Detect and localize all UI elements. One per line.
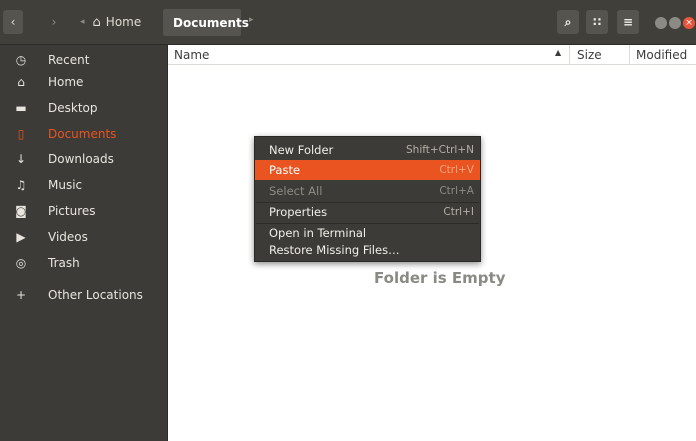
sidebar-item-label: Other Locations <box>48 288 143 302</box>
sidebar-item-label: Trash <box>48 256 80 270</box>
sidebar-item-pictures[interactable]: ◙ Pictures <box>0 198 167 224</box>
header-bar: ‹ › ◂ ⌂ Home Documents ▸ ⌕ ∷ ≡ × <box>0 0 696 45</box>
menu-item-label: Select All <box>269 184 323 198</box>
path-home-label: Home <box>105 15 142 29</box>
menu-item-label: New Folder <box>269 143 334 157</box>
forward-icon: › <box>51 15 57 29</box>
sidebar-item-label: Desktop <box>48 101 98 115</box>
back-icon: ‹ <box>10 15 16 29</box>
sidebar-item-videos[interactable]: ▶ Videos <box>0 224 167 250</box>
hamburger-menu-icon: ≡ <box>622 15 634 29</box>
menu-item-label: Open in Terminal <box>269 226 367 240</box>
download-icon: ↓ <box>15 152 27 166</box>
menu-item-paste[interactable]: Paste Ctrl+V <box>255 160 480 180</box>
column-divider[interactable] <box>569 45 570 65</box>
search-button[interactable]: ⌕ <box>557 10 579 34</box>
music-icon: ♫ <box>15 178 27 192</box>
view-toggle-button[interactable]: ∷ <box>586 10 608 34</box>
sidebar-item-trash[interactable]: ◎ Trash <box>0 250 167 276</box>
path-home-button[interactable]: ⌂ Home <box>93 10 148 34</box>
folder-icon: ▬ <box>15 101 27 115</box>
menu-item-label: Paste <box>269 163 301 177</box>
sidebar-item-downloads[interactable]: ↓ Downloads <box>0 146 167 172</box>
plus-icon: + <box>15 288 27 302</box>
menu-item-restore-missing-files[interactable]: Restore Missing Files… <box>255 240 480 260</box>
back-button[interactable]: ‹ <box>3 10 23 34</box>
document-icon: ▯ <box>17 127 25 141</box>
minimize-button[interactable] <box>655 17 667 29</box>
menu-item-accelerator: Ctrl+V <box>439 164 474 176</box>
context-menu: New Folder Shift+Ctrl+N Paste Ctrl+V Sel… <box>254 136 481 262</box>
column-header-size[interactable]: Size <box>577 45 602 65</box>
sidebar-item-label: Home <box>48 75 84 89</box>
clock-icon: ◷ <box>15 53 27 67</box>
close-button[interactable]: × <box>683 17 695 29</box>
menu-item-label: Properties <box>269 205 328 219</box>
sidebar-item-label: Recent <box>48 53 90 67</box>
forward-button[interactable]: › <box>45 10 63 34</box>
home-icon: ⌂ <box>92 14 101 30</box>
sidebar-item-music[interactable]: ♫ Music <box>0 172 167 198</box>
sidebar-item-home[interactable]: ⌂ Home <box>0 69 167 95</box>
camera-icon: ◙ <box>15 204 27 218</box>
sidebar-item-label: Documents <box>48 127 117 141</box>
path-scroll-left-icon[interactable]: ◂ <box>80 17 85 27</box>
sidebar-item-label: Downloads <box>48 152 114 166</box>
video-icon: ▶ <box>16 230 26 244</box>
path-current-button[interactable]: Documents <box>163 9 249 36</box>
column-divider[interactable] <box>629 45 630 65</box>
menu-item-accelerator: Ctrl+A <box>439 185 474 197</box>
home-icon: ⌂ <box>17 75 25 89</box>
sidebar: ◷ Recent ⌂ Home ▬ Desktop ▯ Documents ↓ … <box>0 45 168 441</box>
sidebar-item-label: Music <box>48 178 83 192</box>
column-header-modified[interactable]: Modified <box>636 45 687 65</box>
menu-item-new-folder[interactable]: New Folder Shift+Ctrl+N <box>255 140 480 160</box>
column-header-name[interactable]: Name <box>174 45 209 65</box>
path-scroll-right-icon[interactable]: ▸ <box>249 15 254 25</box>
sort-ascending-icon: ▲ <box>555 48 562 57</box>
sidebar-item-label: Pictures <box>48 204 96 218</box>
empty-folder-message: Folder is Empty <box>374 269 506 287</box>
close-icon: × <box>685 18 693 28</box>
sidebar-item-label: Videos <box>48 230 88 244</box>
menu-item-label: Restore Missing Files… <box>269 243 400 257</box>
menu-item-properties[interactable]: Properties Ctrl+I <box>255 202 480 222</box>
sidebar-item-desktop[interactable]: ▬ Desktop <box>0 95 167 121</box>
menu-item-accelerator: Shift+Ctrl+N <box>406 144 474 156</box>
sidebar-item-documents[interactable]: ▯ Documents <box>0 121 167 147</box>
column-headers: Name ▲ Size Modified <box>168 45 696 65</box>
menu-item-select-all: Select All Ctrl+A <box>255 181 480 201</box>
path-current-label: Documents <box>173 15 249 30</box>
grid-view-icon: ∷ <box>592 15 602 29</box>
menu-button[interactable]: ≡ <box>617 10 639 34</box>
search-icon: ⌕ <box>564 14 572 29</box>
maximize-button[interactable] <box>669 17 681 29</box>
path-bar: ◂ ⌂ Home <box>80 10 147 34</box>
menu-item-accelerator: Ctrl+I <box>443 206 474 218</box>
sidebar-item-other-locations[interactable]: + Other Locations <box>0 282 167 308</box>
trash-icon: ◎ <box>15 256 27 270</box>
